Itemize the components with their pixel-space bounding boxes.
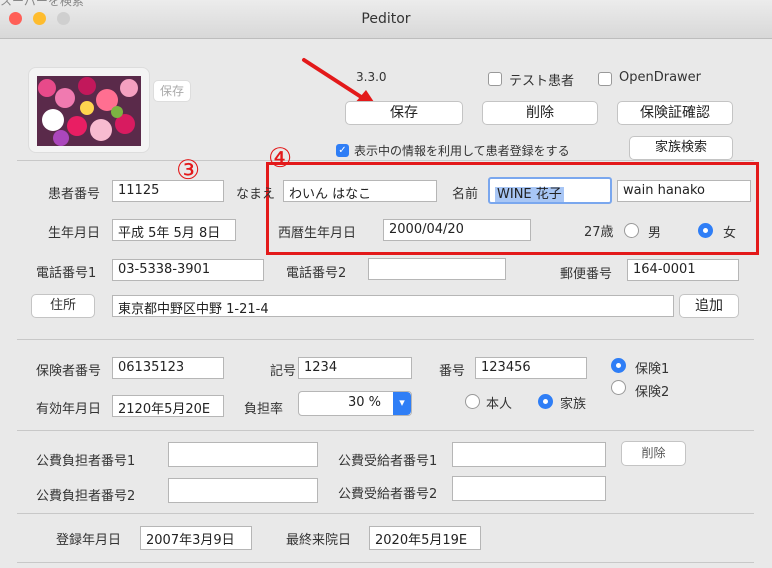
birthdate-field[interactable]: 平成 5年 5月 8日: [112, 219, 236, 241]
title-bar: スーパーを検索 Peditor: [0, 0, 772, 39]
use-info-label: 表示中の情報を利用して患者登録をする: [354, 144, 570, 158]
kana-field[interactable]: わいん はなこ: [283, 180, 437, 202]
delete-button[interactable]: 削除: [482, 101, 598, 125]
divider: [17, 562, 754, 563]
self-radio[interactable]: [465, 394, 480, 409]
chevron-down-icon[interactable]: ▾: [393, 392, 411, 415]
background-window-text: スーパーを検索: [0, 0, 84, 8]
female-radio[interactable]: [698, 223, 713, 238]
divider: [17, 160, 754, 161]
insurance1-radio[interactable]: [611, 358, 626, 373]
public-payer2-label: 公費負担者番号2: [36, 489, 136, 504]
symbol-field[interactable]: 1234: [298, 357, 412, 379]
number-label: 番号: [439, 364, 466, 379]
insurance2-label: 保険2: [635, 385, 670, 400]
kana-label: なまえ: [236, 187, 276, 202]
name-label: 名前: [452, 187, 479, 202]
western-birthdate-label: 西暦生年月日: [278, 226, 357, 241]
burden-rate-label: 負担率: [244, 402, 284, 417]
insurer-number-label: 保険者番号: [36, 364, 102, 379]
version-label: 3.3.0: [356, 70, 387, 84]
test-patient-checkbox[interactable]: [488, 72, 502, 86]
family-search-button[interactable]: 家族検索: [629, 136, 733, 160]
burden-rate-value: 30 %: [347, 395, 381, 410]
phone2-field[interactable]: [368, 258, 506, 280]
registration-date-label: 登録年月日: [56, 533, 122, 548]
postal-code-field[interactable]: 164-0001: [627, 259, 739, 281]
last-visit-field[interactable]: 2020年5月19E: [369, 526, 481, 550]
family-radio[interactable]: [538, 394, 553, 409]
window-title: Peditor: [361, 11, 411, 27]
divider: [17, 339, 754, 340]
divider: [17, 513, 754, 514]
public-recipient2-field[interactable]: [452, 476, 606, 501]
insurer-number-field[interactable]: 06135123: [112, 357, 224, 379]
photo-save-button[interactable]: 保存: [153, 80, 191, 102]
insurance-card-check-button[interactable]: 保険証確認: [617, 101, 733, 125]
valid-date-label: 有効年月日: [36, 402, 102, 417]
self-label: 本人: [486, 397, 513, 412]
public-payer1-label: 公費負担者番号1: [36, 454, 136, 469]
valid-date-field[interactable]: 2120年5月20E: [112, 395, 224, 417]
phone1-field[interactable]: 03-5338-3901: [112, 259, 264, 281]
birthdate-label: 生年月日: [48, 226, 101, 241]
last-visit-label: 最終来院日: [286, 533, 352, 548]
patient-number-field[interactable]: 11125: [112, 180, 224, 202]
male-radio[interactable]: [624, 223, 639, 238]
opendrawer-checkbox[interactable]: [598, 72, 612, 86]
postal-code-label: 郵便番号: [560, 267, 613, 282]
male-label: 男: [648, 226, 662, 241]
phone2-label: 電話番号2: [286, 266, 347, 281]
address-field[interactable]: 東京都中野区中野 1-21-4: [112, 295, 674, 317]
phone1-label: 電話番号1: [36, 266, 97, 281]
name-field[interactable]: WINE 花子: [488, 177, 612, 204]
patient-number-label: 患者番号: [48, 187, 101, 202]
public-payer1-field[interactable]: [168, 442, 318, 467]
address-button[interactable]: 住所: [31, 294, 95, 318]
highlight-box: [266, 162, 759, 255]
western-birthdate-field[interactable]: 2000/04/20: [383, 219, 531, 241]
divider: [17, 430, 754, 431]
insured-number-field[interactable]: 123456: [475, 357, 587, 379]
use-info-checkbox[interactable]: ✓: [336, 144, 349, 157]
public-recipient1-field[interactable]: [452, 442, 606, 467]
insurance2-radio[interactable]: [611, 380, 626, 395]
age-label: 27歳: [584, 225, 614, 240]
registration-date-field[interactable]: 2007年3月9日: [140, 526, 252, 550]
save-button[interactable]: 保存: [345, 101, 463, 125]
public-payer2-field[interactable]: [168, 478, 318, 503]
test-patient-label: テスト患者: [509, 74, 575, 89]
insurance1-label: 保険1: [635, 362, 670, 377]
symbol-label: 記号: [270, 364, 297, 379]
public-delete-button[interactable]: 削除: [621, 441, 686, 466]
name-selected-text: WINE 花子: [495, 187, 564, 202]
public-recipient1-label: 公費受給者番号1: [338, 454, 438, 469]
public-recipient2-label: 公費受給者番号2: [338, 487, 438, 502]
family-label: 家族: [560, 397, 587, 412]
photo-frame[interactable]: [28, 67, 150, 153]
opendrawer-label: OpenDrawer: [619, 70, 702, 85]
flower-photo: [37, 76, 141, 146]
romaji-name-field[interactable]: wain hanako: [617, 180, 751, 202]
female-label: 女: [723, 226, 737, 241]
add-button[interactable]: 追加: [679, 294, 739, 318]
